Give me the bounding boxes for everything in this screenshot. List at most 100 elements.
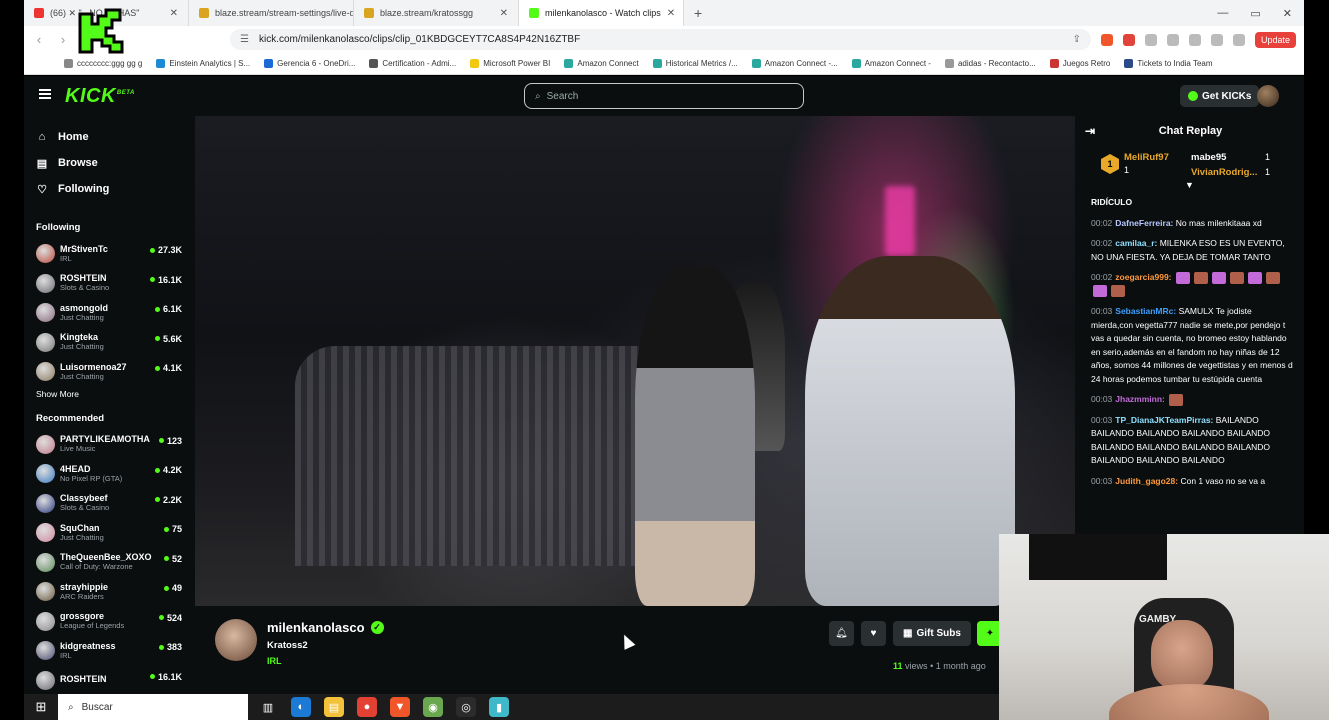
sidebar-channel[interactable]: Kingteka Just Chatting 5.6K [24, 328, 194, 358]
get-kicks-button[interactable]: Get KICKs [1180, 85, 1260, 107]
chat-username[interactable]: TP_DianaJKTeamPirras: [1115, 415, 1213, 425]
channel-info: milenkanolasco ✓ Kratoss2 IRL 🔔︎ ♥ ▦ Gift… [195, 606, 1075, 694]
sidebar-channel[interactable]: 4HEAD No Pixel RP (GTA) 4.2K [24, 459, 194, 489]
new-tab-button[interactable]: + [684, 5, 712, 21]
user-avatar[interactable] [1257, 85, 1279, 107]
back-button[interactable]: ‹ [32, 32, 46, 47]
menu-icon[interactable] [39, 89, 51, 99]
edge-icon[interactable]: ◐ [291, 697, 311, 717]
wallet-icon[interactable] [1210, 33, 1223, 46]
channel-avatar[interactable] [215, 619, 257, 661]
close-tab-icon[interactable]: ✕ [667, 8, 675, 19]
sidebar-channel[interactable]: PARTYLIKEAMOTHA Live Music 123 [24, 430, 194, 460]
sidebar-channel[interactable]: TheQueenBee_XOXO Call of Duty: Warzone 52 [24, 548, 194, 578]
follow-heart-button[interactable]: ♥ [861, 621, 886, 646]
app-icon[interactable]: ▮ [489, 697, 509, 717]
obs-icon[interactable]: ◎ [456, 697, 476, 717]
sidebar-channel[interactable]: asmongold Just Chatting 6.1K [24, 298, 194, 328]
bookmark[interactable]: cccccccc:ggg gg g [64, 59, 142, 68]
nav-home[interactable]: ⌂ Home [24, 124, 194, 150]
bookmark[interactable]: Einstein Analytics | S... [156, 59, 250, 68]
sidebar-channel[interactable]: MrStivenTc IRL 27.3K [24, 239, 194, 269]
site-info-icon[interactable]: ☰ [240, 34, 249, 45]
show-more-link[interactable]: Show More [24, 389, 194, 399]
sidebar-channel[interactable]: Classybeef Slots & Casino 2.2K [24, 489, 194, 519]
screen: (66) ✕ "...NO KCHAS" ✕ blaze.stream/strea… [0, 0, 1329, 720]
chat-username[interactable]: zoegarcia999: [1115, 272, 1171, 282]
close-tab-icon[interactable]: ✕ [500, 8, 508, 19]
gifter-name[interactable]: VivianRodrig... [1191, 167, 1257, 178]
sidebar-icon[interactable] [1188, 33, 1201, 46]
emote-icon [1211, 271, 1226, 284]
bookmark[interactable]: Historical Metrics /... [652, 59, 738, 68]
extensions-icon[interactable] [1144, 33, 1157, 46]
sidebar-channel[interactable]: ROSHTEIN 16.1K [24, 666, 194, 695]
channel-avatar [36, 552, 55, 572]
bookmark[interactable]: Certification - Admi... [369, 59, 456, 68]
brave-shield-icon[interactable] [1100, 33, 1113, 46]
close-tab-icon[interactable]: ✕ [170, 8, 178, 19]
sidebar-channel[interactable]: strayhippie ARC Raiders 49 [24, 577, 194, 607]
nav-browse[interactable]: ▤ Browse [24, 150, 194, 176]
minimize-button[interactable]: — [1217, 7, 1228, 20]
bookmark[interactable]: Tickets to India Team [1124, 59, 1213, 68]
sidebar-channel[interactable]: Luisormenoa27 Just Chatting 4.1K [24, 357, 194, 387]
sidebar-channel[interactable]: grossgore League of Legends 524 [24, 607, 194, 637]
chat-username[interactable]: camilaa_r: [1115, 238, 1157, 248]
collapse-chat-icon[interactable]: ⇥ [1085, 124, 1095, 138]
browser-tab[interactable]: blaze.stream/kratossgg ✕ [354, 0, 519, 26]
kick-logo[interactable]: KICKBETA [65, 85, 135, 108]
bookmark[interactable]: adidas - Recontacto... [944, 59, 1036, 68]
bookmark[interactable]: Microsoft Power BI [470, 59, 550, 68]
notification-button[interactable]: 🔔︎ [829, 621, 854, 646]
bookmark[interactable]: Amazon Connect -... [751, 59, 838, 68]
search-input[interactable]: ⌕ Search [524, 83, 804, 109]
sidebar-channel[interactable]: ROSHTEIN Slots & Casino 16.1K [24, 269, 194, 299]
chat-timestamp: 00:03 [1091, 414, 1113, 425]
chrome-icon[interactable]: ● [357, 697, 377, 717]
sidebar-channel[interactable]: kidgreatness IRL 383 [24, 636, 194, 666]
channel-category: ARC Raiders [60, 592, 104, 601]
close-window-button[interactable]: ✕ [1283, 7, 1292, 20]
globe-icon[interactable]: ◉ [423, 697, 443, 717]
clip-category[interactable]: IRL [267, 656, 282, 666]
video-player[interactable] [195, 116, 1075, 606]
taskbar-search[interactable]: ⌕ Buscar [58, 694, 248, 720]
channel-avatar [36, 303, 55, 323]
windows-start-icon[interactable]: ⊞ [24, 699, 58, 715]
update-button[interactable]: Update [1254, 31, 1296, 48]
chat-username[interactable]: DafneFerreira: [1115, 218, 1173, 228]
chat-username[interactable]: Judith_gago28: [1115, 476, 1178, 486]
sidebar-channel[interactable]: SquChan Just Chatting 75 [24, 518, 194, 548]
forward-button[interactable]: › [56, 32, 70, 47]
bookmark[interactable]: Amazon Connect [564, 59, 639, 68]
live-dot-icon [154, 336, 160, 341]
chevron-down-icon[interactable]: ▼ [1185, 180, 1194, 190]
window-controls: — ▭ ✕ [1217, 7, 1304, 20]
top-nav: KICKBETA ⌕ Search Get KICKs [24, 76, 1304, 116]
extension-icon[interactable] [1122, 33, 1135, 46]
channel-name[interactable]: milenkanolasco [267, 620, 365, 635]
gifter-name[interactable]: mabe95 [1191, 152, 1226, 163]
media-icon[interactable] [1166, 33, 1179, 46]
brave-icon[interactable]: ▼ [390, 697, 410, 717]
gifter-name[interactable]: MeliRuf97 [1124, 152, 1169, 163]
task-view-icon[interactable]: ▥ [258, 697, 278, 717]
maximize-button[interactable]: ▭ [1250, 7, 1260, 20]
chat-username[interactable]: SebastianMRc: [1115, 306, 1176, 316]
chat-username[interactable]: Jhazmminn: [1115, 394, 1165, 404]
vpn-icon[interactable] [1232, 33, 1245, 46]
browser-tab[interactable]: blaze.stream/stream-settings/live-de✕ [189, 0, 354, 26]
bookmark[interactable]: Juegos Retro [1049, 59, 1110, 68]
blaze-icon [364, 8, 374, 18]
nav-following[interactable]: ♡ Following [24, 176, 194, 202]
file-explorer-icon[interactable]: ▤ [324, 697, 344, 717]
browser-tab-active[interactable]: milenkanolasco - Watch clips ✕ [519, 0, 684, 26]
chat-text: SAMULX Te jodiste mierda,con vegetta777 … [1091, 306, 1293, 384]
url-field[interactable]: ☰ kick.com/milenkanolasco/clips/clip_01K… [230, 29, 1091, 50]
gift-subs-button[interactable]: ▦ Gift Subs [893, 621, 971, 646]
search-placeholder: Search [546, 90, 579, 102]
bookmark[interactable]: Amazon Connect - [851, 59, 931, 68]
share-icon[interactable]: ⇪ [1073, 34, 1081, 45]
bookmark[interactable]: Gerencia 6 - OneDri... [264, 59, 355, 68]
